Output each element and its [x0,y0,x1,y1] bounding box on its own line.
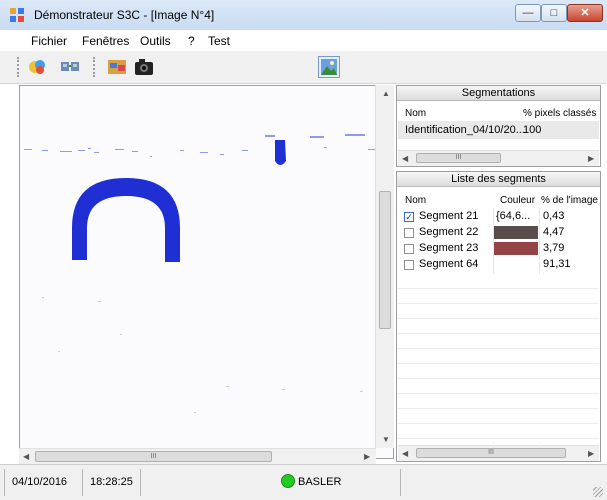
image-landscape-icon[interactable] [318,56,340,78]
camera-icon[interactable] [133,56,155,78]
segment-checkbox[interactable] [404,260,414,270]
table-row[interactable]: Segment 64 91,31 [398,258,599,272]
segment-blob [275,140,286,165]
scroll-left-icon[interactable]: ◀ [23,452,29,461]
window-title: Démonstrateur S3C - [Image N°4] [34,8,215,22]
segments-hscroll[interactable]: ◀ III ▶ [398,445,599,461]
scroll-thumb[interactable] [379,191,391,329]
segment-name: Segment 23 [419,242,479,254]
menu-help[interactable]: ? [188,34,195,48]
status-time: 18:28:25 [90,476,133,488]
segment-name: Segment 21 [419,210,479,222]
toolbar-grip [93,57,98,77]
scroll-right-icon[interactable]: ▶ [588,154,594,163]
status-date: 04/10/2016 [12,476,68,488]
status-separator [140,469,141,496]
scroll-up-icon[interactable]: ▲ [382,89,390,98]
open-color-icon[interactable] [27,56,49,78]
status-separator [82,469,83,496]
segmentations-title: Segmentations [397,86,600,101]
column-header-nom[interactable]: Nom [405,108,426,119]
scroll-left-icon[interactable]: ◀ [402,154,408,163]
toolbar-grip [17,57,22,77]
vertical-scrollbar[interactable]: ▲ ▼ [375,85,394,448]
status-separator [400,469,401,496]
segment-color-swatch [494,242,538,255]
segment-color-value: {64,6... [496,210,531,222]
column-header-couleur[interactable]: Couleur [500,195,535,206]
segment-checkbox[interactable]: ✓ [404,212,414,222]
status-separator [4,469,5,496]
maximize-button[interactable]: □ [541,4,567,22]
segmentations-hscroll[interactable]: ◀ III ▶ [398,150,599,166]
empty-rows-grid [398,274,599,442]
hscroll-thumb[interactable]: III [416,448,566,458]
hscroll-thumb[interactable]: III [416,153,501,163]
segment-name: Segment 22 [419,226,479,238]
menu-test[interactable]: Test [208,34,230,48]
segment-checkbox[interactable] [404,228,414,238]
title-bar: Démonstrateur S3C - [Image N°4] — □ ✕ [0,0,607,31]
table-row[interactable]: Identification_04/10/20... 100 [398,121,599,139]
image-view[interactable] [19,85,394,459]
segments-panel: Liste des segments Nom Couleur % de l'im… [396,171,601,462]
menu-fenetres[interactable]: Fenêtres [82,34,129,48]
segmentation-image [24,134,376,413]
camera-name: BASLER [298,476,342,488]
table-row[interactable]: ✓ Segment 21 {64,6... 0,43 [398,210,599,224]
segment-name: Segment 64 [419,258,479,270]
table-row[interactable]: Segment 22 4,47 [398,226,599,240]
folder-images-icon[interactable] [106,56,128,78]
scroll-right-icon[interactable]: ▶ [588,449,594,458]
scroll-right-icon[interactable]: ▶ [364,452,370,461]
column-header-nom[interactable]: Nom [405,195,426,206]
resize-grip-icon[interactable] [593,487,603,497]
table-row[interactable]: Segment 23 3,79 [398,242,599,256]
segment-noise [24,134,376,157]
segments-title: Liste des segments [397,172,600,187]
camera-connect-icon[interactable] [59,56,81,78]
menu-outils[interactable]: Outils [140,34,171,48]
close-button[interactable]: ✕ [567,4,603,22]
hscroll-thumb[interactable]: III [35,451,272,462]
segment-checkbox[interactable] [404,244,414,254]
minimize-button[interactable]: — [515,4,541,22]
segmentation-name: Identification_04/10/20... [405,124,525,136]
app-icon [10,8,24,22]
segment-color-swatch [494,226,538,239]
segment-pct: 91,31 [543,258,571,270]
toolbar [0,51,607,84]
segment-pct: 3,79 [543,242,565,254]
status-bar: 04/10/2016 18:28:25 BASLER [0,464,607,500]
segment-arch [72,178,180,262]
segment-pct: 0,43 [543,210,565,222]
scroll-down-icon[interactable]: ▼ [382,435,390,444]
column-header-pixels[interactable]: % pixels classés [523,108,596,119]
camera-status-icon [281,474,295,488]
menu-bar: Fichier Fenêtres Outils ? Test [0,30,607,52]
column-header-pct-image[interactable]: % de l'image [541,195,598,206]
segmentation-pct: 100 [523,124,542,136]
segmentations-panel: Segmentations Nom % pixels classés Ident… [396,85,601,167]
scroll-left-icon[interactable]: ◀ [402,449,408,458]
horizontal-scrollbar[interactable]: ◀ III ▶ [19,448,376,465]
segment-pct: 4,47 [543,226,565,238]
menu-fichier[interactable]: Fichier [31,34,67,48]
